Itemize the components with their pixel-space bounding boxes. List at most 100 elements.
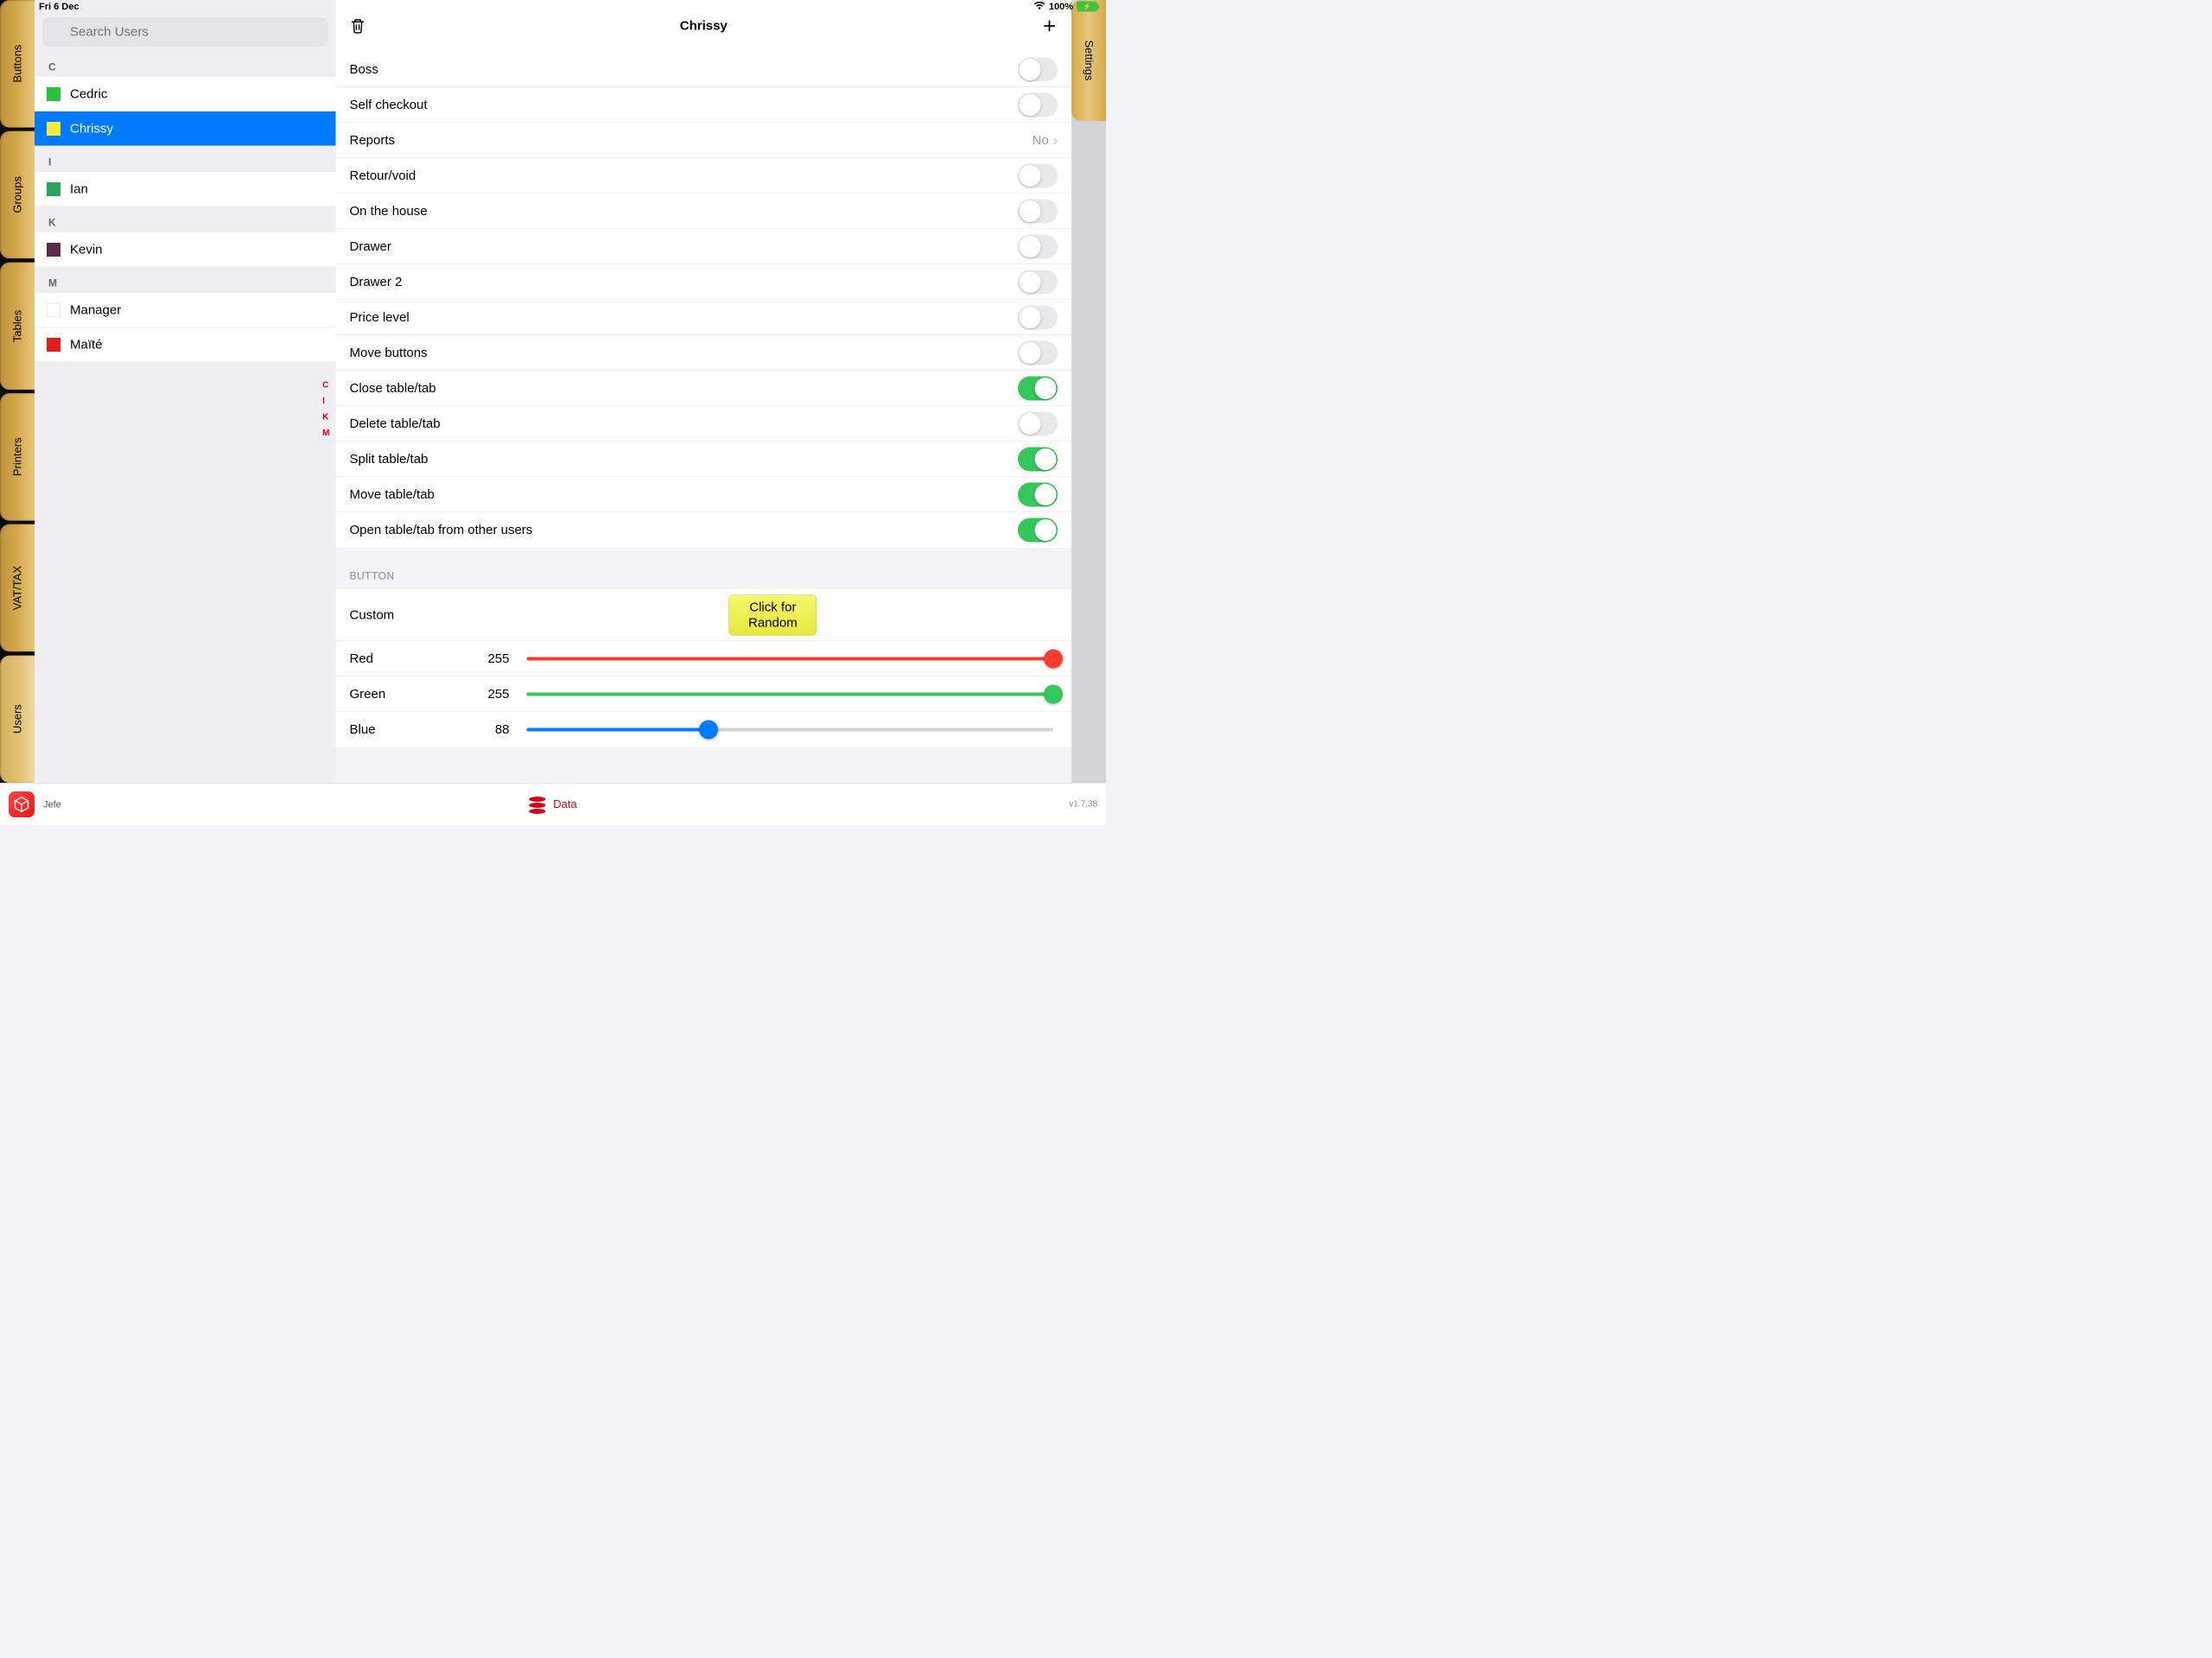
permission-label: Boss xyxy=(350,62,378,77)
slider-thumb[interactable] xyxy=(1044,684,1063,703)
tab-settings[interactable]: Settings xyxy=(1071,0,1106,121)
slider-row: Blue88 xyxy=(336,712,1072,747)
toggle-switch[interactable] xyxy=(1018,57,1058,81)
section-header: K xyxy=(35,206,336,232)
toggle-switch[interactable] xyxy=(1018,199,1058,223)
slider-label: Red xyxy=(350,651,462,666)
permission-row: Drawer xyxy=(336,229,1072,264)
trash-icon[interactable] xyxy=(349,17,367,35)
permission-label: Retour/void xyxy=(350,168,416,183)
database-icon xyxy=(529,797,546,812)
tab-buttons[interactable]: Buttons xyxy=(0,0,35,128)
toggle-switch[interactable] xyxy=(1018,482,1058,506)
search-input[interactable] xyxy=(42,17,328,47)
toggle-switch[interactable] xyxy=(1018,163,1058,187)
toggle-switch[interactable] xyxy=(1018,447,1058,471)
slider-label: Green xyxy=(350,687,462,702)
user-name: Ian xyxy=(70,181,88,196)
tab-groups[interactable]: Groups xyxy=(0,131,35,259)
user-color-swatch xyxy=(47,303,60,317)
slider-thumb[interactable] xyxy=(1044,649,1063,668)
tab-vattax[interactable]: VAT/TAX xyxy=(0,524,35,652)
version-label: v1.7.38 xyxy=(1069,799,1097,810)
permission-row[interactable]: Reports No› xyxy=(336,123,1072,158)
index-letter[interactable]: C xyxy=(322,380,329,391)
slider-label: Blue xyxy=(350,722,462,737)
status-bar: Fri 6 Dec 100% ⚡ xyxy=(0,0,1106,13)
permission-row: Price level xyxy=(336,300,1072,335)
section-header: C xyxy=(35,51,336,77)
permission-label: Drawer xyxy=(350,239,391,254)
tab-printers[interactable]: Printers xyxy=(0,393,35,521)
section-header: I xyxy=(35,146,336,172)
sliders: Red255Green255Blue88 xyxy=(336,641,1072,747)
toggle-switch[interactable] xyxy=(1018,376,1058,400)
left-tab-bar: ButtonsGroupsTablesPrintersVAT/TAXUsers xyxy=(0,0,35,783)
slider-fill xyxy=(527,728,709,732)
permission-row: Retour/void xyxy=(336,158,1072,194)
user-color-swatch xyxy=(47,182,60,196)
app-icon[interactable] xyxy=(9,791,35,817)
wifi-icon xyxy=(1033,1,1046,13)
detail-pane: Chrissy BossSelf checkoutReportsNo›Retou… xyxy=(336,0,1072,783)
index-bar[interactable]: CIKM xyxy=(322,380,329,438)
permission-row: Delete table/tab xyxy=(336,406,1072,441)
index-letter[interactable]: I xyxy=(322,397,329,407)
permission-label: Price level xyxy=(350,310,410,325)
permission-label: Delete table/tab xyxy=(350,416,441,431)
toggle-switch[interactable] xyxy=(1018,411,1058,435)
toggle-switch[interactable] xyxy=(1018,340,1058,365)
permission-row: On the house xyxy=(336,194,1072,229)
battery-percent: 100% xyxy=(1049,1,1073,12)
color-section: Custom Click for Random Red255Green255Bl… xyxy=(336,589,1072,747)
bottom-bar: Jefe Data v1.7.38 xyxy=(0,783,1106,825)
user-row[interactable]: Cedric xyxy=(35,77,336,111)
toggle-switch[interactable] xyxy=(1018,518,1058,543)
nav-value: No› xyxy=(1032,132,1058,149)
permission-row: Self checkout xyxy=(336,87,1072,123)
permission-row: Split table/tab xyxy=(336,441,1072,477)
slider-track[interactable] xyxy=(527,728,1054,732)
index-letter[interactable]: K xyxy=(322,412,329,422)
permission-row: Drawer 2 xyxy=(336,264,1072,300)
slider-value: 255 xyxy=(462,651,527,666)
user-row[interactable]: Manager xyxy=(35,293,336,327)
add-icon[interactable] xyxy=(1040,17,1058,35)
permission-label: Move table/tab xyxy=(350,487,435,502)
slider-value: 255 xyxy=(462,687,527,702)
user-list: CCedricChrissyIIanKKevinMManagerMaïté xyxy=(35,51,336,362)
user-color-swatch xyxy=(47,122,60,136)
tab-tables[interactable]: Tables xyxy=(0,262,35,390)
status-date: Fri 6 Dec xyxy=(0,1,79,12)
toggle-switch[interactable] xyxy=(1018,92,1058,117)
slider-track[interactable] xyxy=(527,692,1054,696)
chevron-right-icon: › xyxy=(1053,132,1058,149)
permission-label: Reports xyxy=(350,133,396,148)
index-letter[interactable]: M xyxy=(322,429,329,439)
tab-users[interactable]: Users xyxy=(0,655,35,783)
user-row[interactable]: Chrissy xyxy=(35,111,336,146)
slider-row: Green255 xyxy=(336,677,1072,712)
slider-track[interactable] xyxy=(527,657,1054,660)
slider-thumb[interactable] xyxy=(699,721,718,740)
user-name: Chrissy xyxy=(70,121,113,136)
data-link[interactable]: Data xyxy=(529,797,576,812)
user-row[interactable]: Maïté xyxy=(35,327,336,362)
permissions-list: Boss Self checkout Reports No› Retour/void On… xyxy=(336,52,1072,548)
random-button[interactable]: Click for Random xyxy=(729,594,817,635)
user-row[interactable]: Ian xyxy=(35,172,336,206)
toggle-switch[interactable] xyxy=(1018,305,1058,329)
toggle-switch[interactable] xyxy=(1018,234,1058,258)
custom-row: Custom Click for Random xyxy=(336,589,1072,641)
permission-row: Boss xyxy=(336,52,1072,87)
permission-row: Close table/tab xyxy=(336,371,1072,406)
slider-row: Red255 xyxy=(336,641,1072,677)
toggle-switch[interactable] xyxy=(1018,270,1058,294)
user-name: Cedric xyxy=(70,86,107,101)
permission-row: Open table/tab from other users xyxy=(336,512,1072,548)
custom-label: Custom xyxy=(350,607,395,622)
user-color-swatch xyxy=(47,338,60,352)
right-tab-bar: Settings xyxy=(1071,0,1106,783)
user-name: Manager xyxy=(70,302,121,317)
user-row[interactable]: Kevin xyxy=(35,232,336,267)
